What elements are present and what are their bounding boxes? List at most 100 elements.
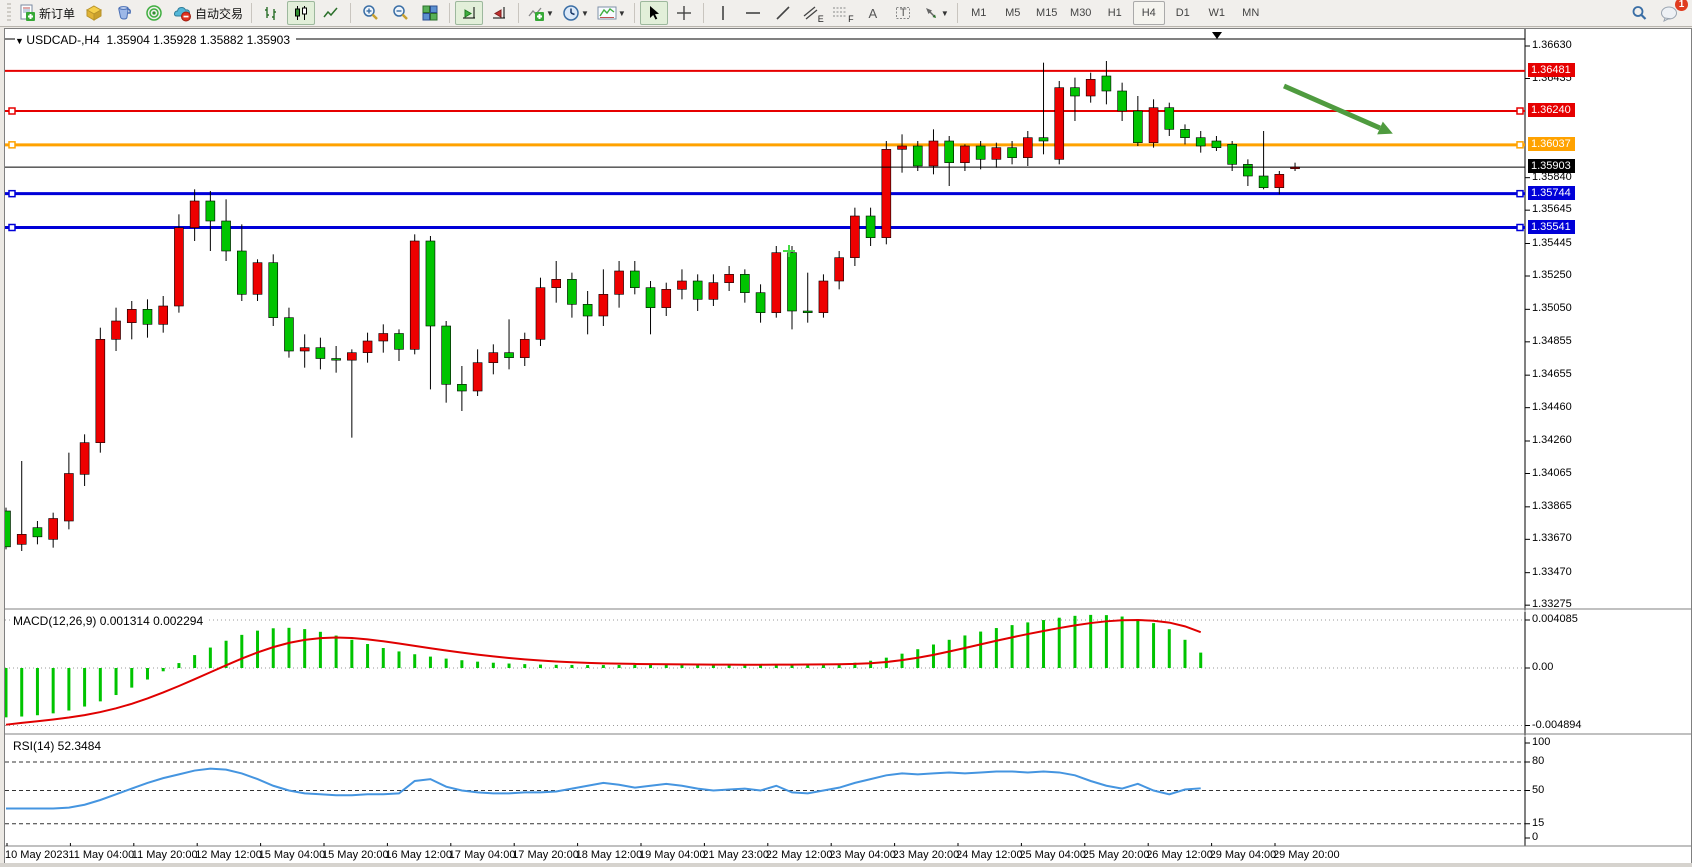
timeframe-h1-button[interactable]: H1 xyxy=(1099,1,1131,25)
line-chart-button[interactable] xyxy=(317,1,345,25)
time-axis-label: 11 May 20:00 xyxy=(132,849,198,861)
candle-body xyxy=(599,294,608,316)
zoom-out-button[interactable] xyxy=(386,1,414,25)
search-button[interactable] xyxy=(1625,1,1653,25)
tile-windows-button[interactable] xyxy=(416,1,444,25)
clock-icon xyxy=(562,4,580,22)
price-line-badge: 1.35903 xyxy=(1528,159,1575,173)
line-handle xyxy=(1517,191,1523,197)
candlestick-chart-button[interactable] xyxy=(287,1,315,25)
toolbar-separator xyxy=(350,3,351,23)
time-axis-label: 16 May 12:00 xyxy=(385,849,452,861)
chart-shift-icon xyxy=(490,4,508,22)
candle-body xyxy=(1275,174,1284,187)
high-value: 1.35928 xyxy=(153,33,196,47)
templates-button[interactable]: ▼ xyxy=(594,1,629,25)
line-handle xyxy=(9,225,15,231)
arrows-dropdown-caret[interactable]: ▼ xyxy=(941,9,949,18)
candle-body xyxy=(363,341,372,353)
timeframe-d1-button[interactable]: D1 xyxy=(1167,1,1199,25)
candle-body xyxy=(1165,108,1174,130)
rsi-scale-label: 100 xyxy=(1532,736,1550,748)
fibonacci-button[interactable]: F xyxy=(829,1,857,25)
new-order-button[interactable]: 新订单 xyxy=(15,1,78,25)
time-axis-label: 22 May 12:00 xyxy=(766,849,833,861)
symbol-collapse-icon[interactable]: ▼ xyxy=(15,36,26,46)
vertical-line-icon xyxy=(716,4,730,22)
auto-scroll-button[interactable] xyxy=(455,1,483,25)
notifications-button[interactable]: 1 xyxy=(1655,1,1683,25)
candlestick-chart-icon xyxy=(292,4,310,22)
candle-body xyxy=(96,339,105,442)
price-tick-label: 1.34855 xyxy=(1532,335,1572,347)
candle-body xyxy=(960,146,969,163)
data-window-button[interactable] xyxy=(110,1,138,25)
line-handle xyxy=(1517,108,1523,114)
chart-shift-button[interactable] xyxy=(485,1,513,25)
price-line-badge: 1.36037 xyxy=(1528,137,1575,151)
candle-body xyxy=(756,293,765,313)
periods-dropdown-caret[interactable]: ▼ xyxy=(581,9,589,18)
mt4-application: 新订单 xyxy=(0,0,1692,867)
timeframe-m5-button[interactable]: M5 xyxy=(997,1,1029,25)
navigator-button[interactable] xyxy=(140,1,168,25)
indicators-button[interactable]: ▼ xyxy=(524,1,557,25)
candle-body xyxy=(536,288,545,340)
candle-body xyxy=(1243,164,1252,176)
autotrading-icon xyxy=(173,4,192,22)
candle-body xyxy=(127,309,136,322)
candle-body xyxy=(5,511,11,547)
candle-body xyxy=(1086,79,1095,96)
candlestick-chart[interactable] xyxy=(5,29,1691,863)
templates-dropdown-caret[interactable]: ▼ xyxy=(618,9,626,18)
timeframe-m1-button[interactable]: M1 xyxy=(963,1,995,25)
zoom-in-button[interactable] xyxy=(356,1,384,25)
arrows-button[interactable]: ▼ xyxy=(919,1,952,25)
line-chart-icon xyxy=(322,4,340,22)
candle-body xyxy=(1228,144,1237,164)
bar-chart-button[interactable] xyxy=(257,1,285,25)
horizontal-line-button[interactable] xyxy=(739,1,767,25)
timeframe-m15-button[interactable]: M15 xyxy=(1031,1,1063,25)
candle-body xyxy=(835,258,844,281)
toolbar-grip[interactable] xyxy=(7,3,11,23)
trendline-button[interactable] xyxy=(769,1,797,25)
time-axis-label: 29 May 20:00 xyxy=(1273,849,1340,861)
candle-body xyxy=(662,289,671,307)
chart-header: ▼ USDCAD-,H4 1.35904 1.35928 1.35882 1.3… xyxy=(15,33,296,47)
candle-body xyxy=(237,251,246,294)
price-tick-label: 1.34460 xyxy=(1532,401,1572,413)
timeframe-h4-button[interactable]: H4 xyxy=(1133,1,1165,25)
candle-body xyxy=(80,443,89,475)
periods-button[interactable]: ▼ xyxy=(559,1,592,25)
text-button[interactable]: A xyxy=(859,1,887,25)
time-axis-label: 17 May 04:00 xyxy=(449,849,516,861)
channel-button[interactable]: E xyxy=(799,1,827,25)
crosshair-button[interactable] xyxy=(670,1,698,25)
data-window-icon xyxy=(115,4,133,22)
candle-body xyxy=(143,309,152,324)
candle-body xyxy=(332,359,341,361)
candle-body xyxy=(646,288,655,308)
channel-icon xyxy=(802,4,818,22)
candle-body xyxy=(426,241,435,326)
candle-body xyxy=(1102,76,1111,91)
vertical-line-button[interactable] xyxy=(709,1,737,25)
autotrading-button[interactable]: 自动交易 xyxy=(170,1,246,25)
timeframe-m30-button[interactable]: M30 xyxy=(1065,1,1097,25)
timeframe-mn-button[interactable]: MN xyxy=(1235,1,1267,25)
text-label-button[interactable]: T xyxy=(889,1,917,25)
market-watch-button[interactable] xyxy=(80,1,108,25)
cursor-button[interactable] xyxy=(640,1,668,25)
candle-body xyxy=(929,141,938,166)
new-order-icon xyxy=(18,4,36,22)
timeframe-w1-button[interactable]: W1 xyxy=(1201,1,1233,25)
candle-body xyxy=(190,201,199,228)
price-tick-label: 1.33670 xyxy=(1532,532,1572,544)
notification-badge: 1 xyxy=(1675,0,1688,11)
autotrading-label: 自动交易 xyxy=(195,5,243,22)
indicators-dropdown-caret[interactable]: ▼ xyxy=(546,9,554,18)
price-tick-label: 1.33275 xyxy=(1532,598,1572,610)
toolbar-separator xyxy=(634,3,635,23)
candle-body xyxy=(677,281,686,289)
